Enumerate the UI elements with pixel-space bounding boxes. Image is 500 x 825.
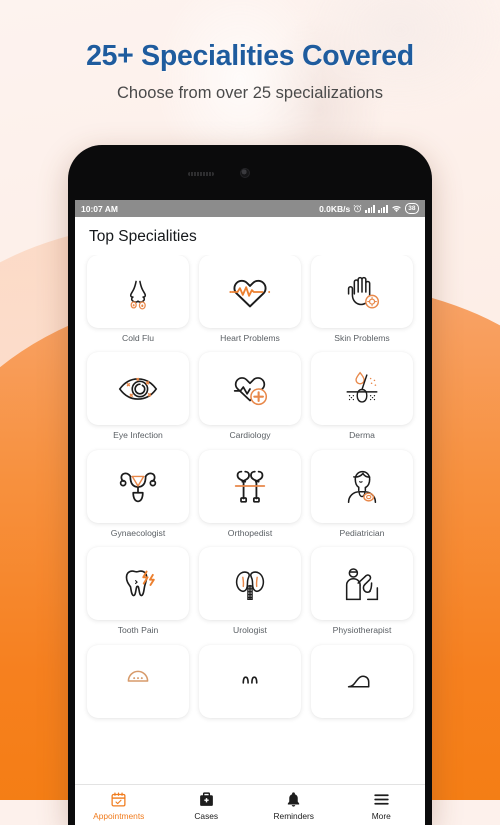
speciality-card[interactable] xyxy=(87,644,189,718)
phone-bezel-top xyxy=(75,152,425,200)
nav-item-appointments[interactable]: Appointments xyxy=(75,790,163,821)
physiotherapy-icon xyxy=(345,568,379,600)
speciality-item[interactable] xyxy=(199,644,301,724)
nav-item-cases[interactable]: Cases xyxy=(163,790,251,821)
bell-icon xyxy=(288,791,300,807)
speciality-item[interactable]: Orthopedist xyxy=(199,449,301,538)
tooth-icon xyxy=(125,570,155,597)
kidneys-icon xyxy=(235,571,265,600)
speciality-label: Physiotherapist xyxy=(332,625,392,636)
app-header: Top Specialities xyxy=(75,217,425,255)
status-bar-time: 10:07 AM xyxy=(81,203,119,214)
speciality-card[interactable] xyxy=(199,449,301,523)
speciality-card[interactable] xyxy=(87,352,189,426)
phone-mockup: 10:07 AM 0.0KB/s 38 Top Specialities Col… xyxy=(68,145,432,825)
promo-title: 25+ Specialities Covered xyxy=(86,40,414,72)
speciality-label: Heart Problems xyxy=(220,333,280,343)
nav-label: Cases xyxy=(194,810,219,821)
speciality-card[interactable] xyxy=(87,547,189,621)
speciality-item[interactable]: Cold Flu xyxy=(87,255,189,343)
partial-icon-1 xyxy=(127,670,149,683)
signal-bars-icon xyxy=(378,204,388,213)
speciality-card[interactable] xyxy=(199,547,301,621)
signal-bars-icon xyxy=(365,204,376,213)
speciality-item[interactable] xyxy=(311,644,413,724)
calendar-check-icon xyxy=(111,791,126,807)
speciality-card[interactable] xyxy=(311,352,413,426)
promo-subtitle: Choose from over 25 specializations xyxy=(117,84,383,102)
speciality-item[interactable]: Pediatrician xyxy=(311,449,413,538)
speciality-item[interactable]: Tooth Pain xyxy=(87,547,189,635)
speciality-card[interactable] xyxy=(311,547,413,621)
pediatrician-icon xyxy=(347,471,377,504)
speciality-card[interactable] xyxy=(311,644,413,718)
nav-icon-wrap xyxy=(338,790,426,809)
partial-icon-3 xyxy=(347,675,370,688)
heart-ecg-icon xyxy=(229,279,271,307)
status-bar-network-speed: 0.0KB/s xyxy=(319,203,351,214)
battery-indicator: 38 xyxy=(404,203,419,214)
nav-item-reminders[interactable]: Reminders xyxy=(250,790,338,821)
phone-screen: 10:07 AM 0.0KB/s 38 Top Specialities Col… xyxy=(75,200,425,825)
speciality-card[interactable] xyxy=(199,644,301,718)
speciality-label: Eye Infection xyxy=(113,430,163,441)
speciality-card[interactable] xyxy=(199,255,301,328)
eye-icon xyxy=(118,377,158,400)
speciality-label: Cardiology xyxy=(229,430,271,441)
nav-label: Reminders xyxy=(273,810,315,821)
status-bar: 10:07 AM 0.0KB/s 38 xyxy=(75,200,425,217)
nav-icon-wrap xyxy=(163,790,251,809)
speciality-card[interactable] xyxy=(311,449,413,523)
hair-follicle-icon xyxy=(346,371,378,403)
nav-icon-wrap xyxy=(250,790,338,809)
speciality-item[interactable]: Urologist xyxy=(199,547,301,635)
speciality-item[interactable] xyxy=(87,644,189,724)
medical-bag-icon xyxy=(199,791,213,806)
speciality-label: Orthopedist xyxy=(227,527,273,538)
speciality-item[interactable]: Cardiology xyxy=(199,352,301,440)
wifi-icon xyxy=(392,206,401,213)
speciality-card[interactable] xyxy=(311,255,413,328)
speciality-label: Gynaecologist xyxy=(110,527,166,538)
speciality-item[interactable]: Gynaecologist xyxy=(87,449,189,538)
speciality-card[interactable] xyxy=(87,255,189,328)
speciality-item[interactable]: Eye Infection xyxy=(87,352,189,440)
nav-label: Appointments xyxy=(93,810,145,821)
specialities-scroll-area[interactable]: Cold Flu Heart Problems Skin Problems Ey… xyxy=(75,255,425,782)
hand-icon xyxy=(347,276,380,309)
specialities-grid: Cold Flu Heart Problems Skin Problems Ey… xyxy=(87,255,413,724)
speciality-label: Pediatrician xyxy=(339,527,385,538)
page-title: Top Specialities xyxy=(89,228,197,245)
speciality-card[interactable] xyxy=(199,352,301,426)
heart-plus-icon xyxy=(233,377,268,406)
speciality-item[interactable]: Heart Problems xyxy=(199,255,301,343)
speciality-label: Urologist xyxy=(233,625,267,636)
earpiece-speaker-icon xyxy=(188,172,214,176)
speciality-label: Tooth Pain xyxy=(117,625,159,636)
speciality-label: Cold Flu xyxy=(122,333,154,343)
bottom-navigation: Appointments Cases Reminders More xyxy=(75,784,425,825)
uterus-icon xyxy=(119,472,157,503)
front-camera-icon xyxy=(240,168,250,178)
nav-item-more[interactable]: More xyxy=(338,790,426,821)
speciality-label: Skin Problems xyxy=(334,333,390,343)
nose-icon xyxy=(129,280,147,309)
speciality-item[interactable]: Physiotherapist xyxy=(311,547,413,635)
speciality-card[interactable] xyxy=(87,449,189,523)
nav-icon-wrap xyxy=(75,790,163,809)
speciality-item[interactable]: Derma xyxy=(311,352,413,440)
alarm-icon xyxy=(353,204,362,213)
promo-text-block: 25+ Specialities Covered Choose from ove… xyxy=(0,40,500,103)
partial-icon-2 xyxy=(242,676,258,685)
hamburger-menu-icon xyxy=(374,793,389,805)
crutches-icon xyxy=(234,471,266,504)
speciality-label: Derma xyxy=(349,430,375,441)
speciality-item[interactable]: Skin Problems xyxy=(311,255,413,343)
status-bar-indicators: 0.0KB/s 38 xyxy=(319,203,419,214)
nav-label: More xyxy=(371,810,391,821)
